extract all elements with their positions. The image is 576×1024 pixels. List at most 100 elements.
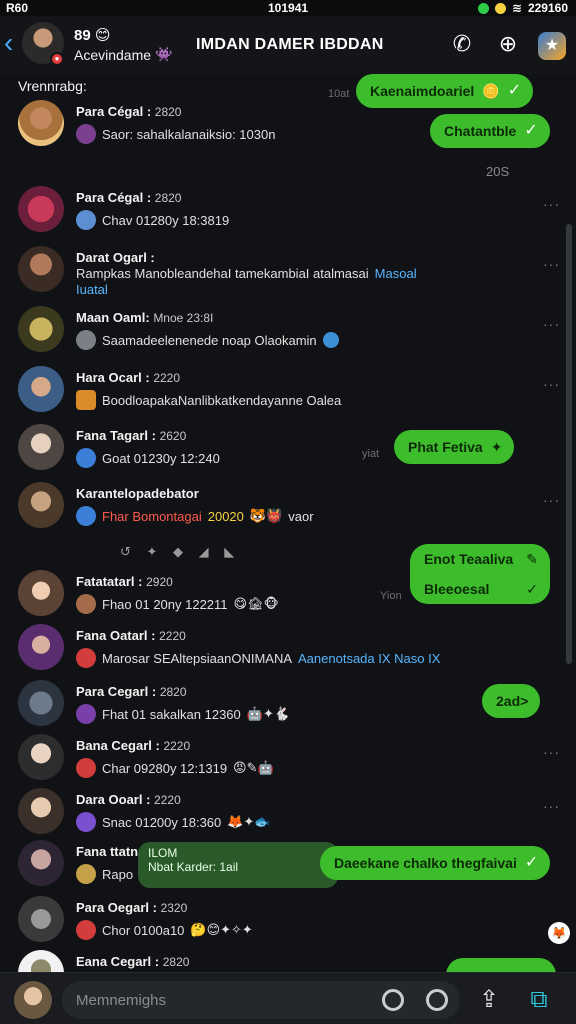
row-name: Darat Ogarl : xyxy=(76,250,155,265)
list-item[interactable]: Karantelopadebator Fhar Bomontagai 20020… xyxy=(0,478,576,534)
row-preview: Fhao 01 20ny 122211 😋🏚🐵 xyxy=(76,594,279,614)
row-preview-yellow: 20020 xyxy=(207,508,244,524)
sender-mini-icon xyxy=(76,812,96,832)
emoji-icon: 🦊✦🐟 xyxy=(227,814,271,829)
ghost-time: 10at xyxy=(328,88,350,100)
list-item[interactable]: Dara Ooarl : 2220 Snac 01200y 18:360 🦊✦🐟… xyxy=(0,784,576,840)
bubble-text: Phat Fetiva xyxy=(408,439,483,455)
row-name: Eana Cegarl : 2820 xyxy=(76,954,189,969)
list-item[interactable]: Bana Cegarl : 2220 Char 09280y 12:1319 😡… xyxy=(0,730,576,786)
row-preview-link[interactable]: Masoal xyxy=(375,266,417,281)
avatar xyxy=(18,840,64,886)
row-time: 2620 xyxy=(159,429,187,443)
row-preview-text: Goat 01230y 12:240 xyxy=(102,450,220,466)
status-bar: R60 101941 ≋ 229160 xyxy=(0,0,576,16)
row-time: 2820 xyxy=(162,955,190,969)
more-icon[interactable]: ··· xyxy=(543,376,560,392)
message-bubble-stack[interactable]: Enot Teaaliva ✎ Bleeoesal ✓ xyxy=(410,544,550,604)
add-chat-icon[interactable]: ⊕ xyxy=(494,30,522,58)
row-name: Dara Ooarl : 2220 xyxy=(76,792,181,807)
row-preview-text: Fhao 01 20ny 122211 xyxy=(102,596,228,612)
row-time: 2820 xyxy=(154,191,182,205)
app-badge-icon[interactable]: ★ xyxy=(538,32,566,60)
scrollbar[interactable] xyxy=(566,224,572,664)
row-name-text: Fana Oatarl : xyxy=(76,628,156,643)
reply-card-title: ILOM xyxy=(148,846,178,860)
row-preview: Rampkas ManobleandehaI tamekambiaI atalm… xyxy=(76,266,417,281)
reply-card[interactable]: ILOM Nbat Karder: 1ail xyxy=(138,842,338,888)
status-carrier: R60 xyxy=(6,1,29,15)
sender-mini-icon xyxy=(76,648,96,668)
more-icon[interactable]: ··· xyxy=(543,196,560,212)
bubble-line: Bleeoesal ✓ xyxy=(410,574,550,604)
row-preview-tail: vaor xyxy=(288,508,314,524)
row-preview-text: Fhat 01 sakalkan 12360 xyxy=(102,706,241,722)
emoji-icon: 🤖✦🐇 xyxy=(246,706,291,721)
wifi-icon: ≋ xyxy=(511,1,522,15)
row-preview-text: Snac 01200y 18:360 xyxy=(102,814,222,830)
message-bubble[interactable]: Daeekane chalko thegfaivai ✓ xyxy=(320,846,551,880)
camera-icon[interactable] xyxy=(426,989,448,1011)
row-preview: Goat 01230y 12:240 xyxy=(76,448,220,468)
row-name-text: Para Oegarl : xyxy=(76,900,157,915)
avatar xyxy=(18,680,64,726)
row-name: Fana Oatarl : 2220 xyxy=(76,628,186,643)
row-preview: Chor 0100a10 🤔😊✦✧✦ xyxy=(76,920,253,940)
message-input[interactable] xyxy=(76,981,366,1019)
avatar xyxy=(18,570,64,616)
bubble-text: Chatantble xyxy=(444,123,517,139)
row-preview: Saamadeelenenede noap Olaokamin xyxy=(76,330,339,350)
compose-bar: ⇪ ⧉ xyxy=(0,972,576,1024)
contact-status-text: Acevindame xyxy=(74,46,152,63)
row-name: Fana ttatn xyxy=(76,844,139,859)
list-item[interactable]: Darat Ogarl : Rampkas ManobleandehaI tam… xyxy=(0,242,576,302)
more-icon[interactable]: ··· xyxy=(543,316,560,332)
row-preview-link[interactable]: Aanenotsada IX Naso IX xyxy=(298,651,440,666)
avatar xyxy=(18,482,64,528)
message-bubble[interactable]: 2ad> xyxy=(482,684,541,718)
message-bubble[interactable]: Phat Fetiva ✦ xyxy=(394,430,515,464)
contact-name[interactable]: 89 😊 xyxy=(74,26,111,44)
message-bubble[interactable]: Chatantble ✓ xyxy=(430,114,550,148)
row-preview-text: Chav 01280y 18:3819 xyxy=(102,212,230,228)
row-name: Para Oegarl : 2320 xyxy=(76,900,187,915)
row-name-text: Bana Cegarl : xyxy=(76,738,160,753)
more-icon[interactable]: ··· xyxy=(543,492,560,508)
fox-icon[interactable]: 🦊 xyxy=(548,922,570,944)
emoji-icon[interactable] xyxy=(382,989,404,1011)
row-preview-text: Saamadeelenenede noap Olaokamin xyxy=(102,332,317,348)
section-label: Vrennrabg: xyxy=(18,78,87,94)
avatar xyxy=(18,950,64,972)
more-icon[interactable]: ··· xyxy=(543,256,560,272)
list-item[interactable]: Para Cégal : 2820 Chav 01280y 18:3819 ··… xyxy=(0,182,576,238)
list-item[interactable]: Hara Ocarl : 2220 BoodloapakaNanlibkatke… xyxy=(0,362,576,418)
row-name-text: Para Cégal : xyxy=(76,104,152,119)
check-icon: ✓ xyxy=(507,82,522,99)
row-name-text: Dara Ooarl : xyxy=(76,792,151,807)
ghost-time: 20S xyxy=(486,164,510,179)
row-name-text: Para Cegarl : xyxy=(76,684,157,699)
message-bubble[interactable]: Kaenaimdoariel 🪙 ✓ xyxy=(356,74,534,108)
reply-card-text: Nbat Karder: 1ail xyxy=(148,860,239,874)
row-preview: Fhar Bomontagai 20020 🐯👹 vaor xyxy=(76,506,314,526)
phone-icon[interactable]: ✆ xyxy=(448,30,476,58)
my-avatar[interactable] xyxy=(14,981,52,1019)
contact-status: Acevindame 👾 xyxy=(74,46,172,63)
avatar xyxy=(18,734,64,780)
send-image-icon[interactable]: ⧉ xyxy=(524,985,554,1015)
tag-icon: ✎ xyxy=(526,551,538,567)
row-name: Maan Oaml: Mnoe 23:8I xyxy=(76,310,213,325)
more-icon[interactable]: ··· xyxy=(543,744,560,760)
list-item[interactable]: Fana Oatarl : 2220 Marosar SEAltepsiaanO… xyxy=(0,620,576,676)
ghost-time: Yion xyxy=(380,590,402,602)
row-name: Para Cegarl : 2820 xyxy=(76,684,187,699)
share-icon[interactable]: ⇪ xyxy=(474,985,504,1015)
row-preview: Chav 01280y 18:3819 xyxy=(76,210,229,230)
list-item[interactable]: Para Oegarl : 2320 Chor 0100a10 🤔😊✦✧✦ xyxy=(0,892,576,948)
sender-mini-icon xyxy=(76,758,96,778)
more-icon[interactable]: ··· xyxy=(543,798,560,814)
emoji-icon: 😡✎🤖 xyxy=(233,760,274,775)
list-item[interactable]: Maan Oaml: Mnoe 23:8I Saamadeelenenede n… xyxy=(0,302,576,358)
row-time: 2220 xyxy=(154,793,181,807)
message-bubble-partial[interactable] xyxy=(446,958,556,972)
